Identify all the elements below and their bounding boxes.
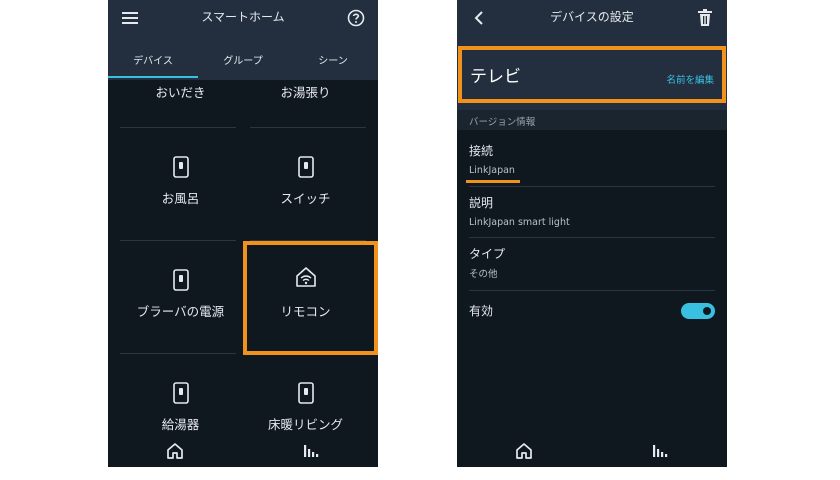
device-settings-screen: デバイスの設定 テレビ 名前を編集 バージョン情報 接続 LinkJapan 説… bbox=[457, 0, 727, 467]
trash-icon[interactable] bbox=[695, 8, 715, 28]
device-switch-icon bbox=[172, 156, 189, 178]
tab-groups[interactable]: グループ bbox=[198, 52, 288, 67]
description-value: LinkJapan smart light bbox=[469, 217, 570, 228]
divider bbox=[469, 237, 715, 238]
device-tile-ofuro[interactable]: お風呂 bbox=[118, 128, 243, 243]
device-tile-braava-power[interactable]: ブラーバの電源 bbox=[118, 241, 243, 356]
divider bbox=[469, 290, 715, 291]
enabled-toggle[interactable] bbox=[681, 303, 715, 319]
device-switch-icon bbox=[297, 382, 314, 404]
highlight-connection-underline bbox=[466, 180, 520, 183]
highlight-name-section bbox=[458, 46, 726, 103]
section-header-label: バージョン情報 bbox=[469, 117, 536, 128]
devices-list-icon[interactable] bbox=[650, 441, 670, 461]
top-bar: スマートホーム bbox=[108, 0, 378, 36]
bottom-nav bbox=[108, 435, 378, 467]
devices-list-icon[interactable] bbox=[301, 441, 321, 461]
device-label: お湯張り bbox=[280, 85, 331, 100]
page-title: デバイスの設定 bbox=[550, 10, 634, 24]
device-tile-switch[interactable]: スイッチ bbox=[243, 128, 368, 243]
device-label: おいだき bbox=[155, 85, 206, 100]
toggle-knob bbox=[703, 307, 711, 315]
tab-devices[interactable]: デバイス bbox=[108, 52, 198, 67]
home-icon[interactable] bbox=[165, 441, 185, 461]
page-title: スマートホーム bbox=[201, 10, 285, 24]
smart-home-screen: スマートホーム デバイス グループ シーン おいだき お湯張り お風呂 スイッチ bbox=[108, 0, 378, 467]
highlight-remote-tile bbox=[243, 241, 378, 355]
device-switch-icon bbox=[172, 269, 189, 291]
device-tile-water-heater[interactable]: 給湯器 bbox=[118, 354, 243, 435]
bottom-nav bbox=[457, 435, 727, 467]
device-label: スイッチ bbox=[280, 191, 331, 206]
section-header: バージョン情報 bbox=[457, 110, 727, 130]
device-label: 床暖リビング bbox=[267, 417, 343, 432]
device-label: 給湯器 bbox=[161, 417, 200, 432]
type-label: タイプ bbox=[469, 247, 506, 261]
description-label: 説明 bbox=[469, 196, 494, 210]
device-tile-floor-heating[interactable]: 床暖リビング bbox=[243, 354, 368, 435]
connection-value: LinkJapan bbox=[469, 165, 515, 176]
device-switch-icon bbox=[297, 156, 314, 178]
device-label: お風呂 bbox=[161, 191, 200, 206]
tab-scenes[interactable]: シーン bbox=[288, 52, 378, 67]
divider bbox=[469, 186, 715, 187]
device-label: ブラーバの電源 bbox=[136, 304, 225, 319]
device-switch-icon bbox=[172, 382, 189, 404]
help-icon[interactable] bbox=[346, 8, 366, 28]
home-icon[interactable] bbox=[514, 441, 534, 461]
type-value: その他 bbox=[469, 269, 498, 280]
connection-label: 接続 bbox=[469, 144, 494, 158]
enabled-label: 有効 bbox=[469, 304, 494, 318]
tab-bar: デバイス グループ シーン bbox=[108, 36, 378, 80]
